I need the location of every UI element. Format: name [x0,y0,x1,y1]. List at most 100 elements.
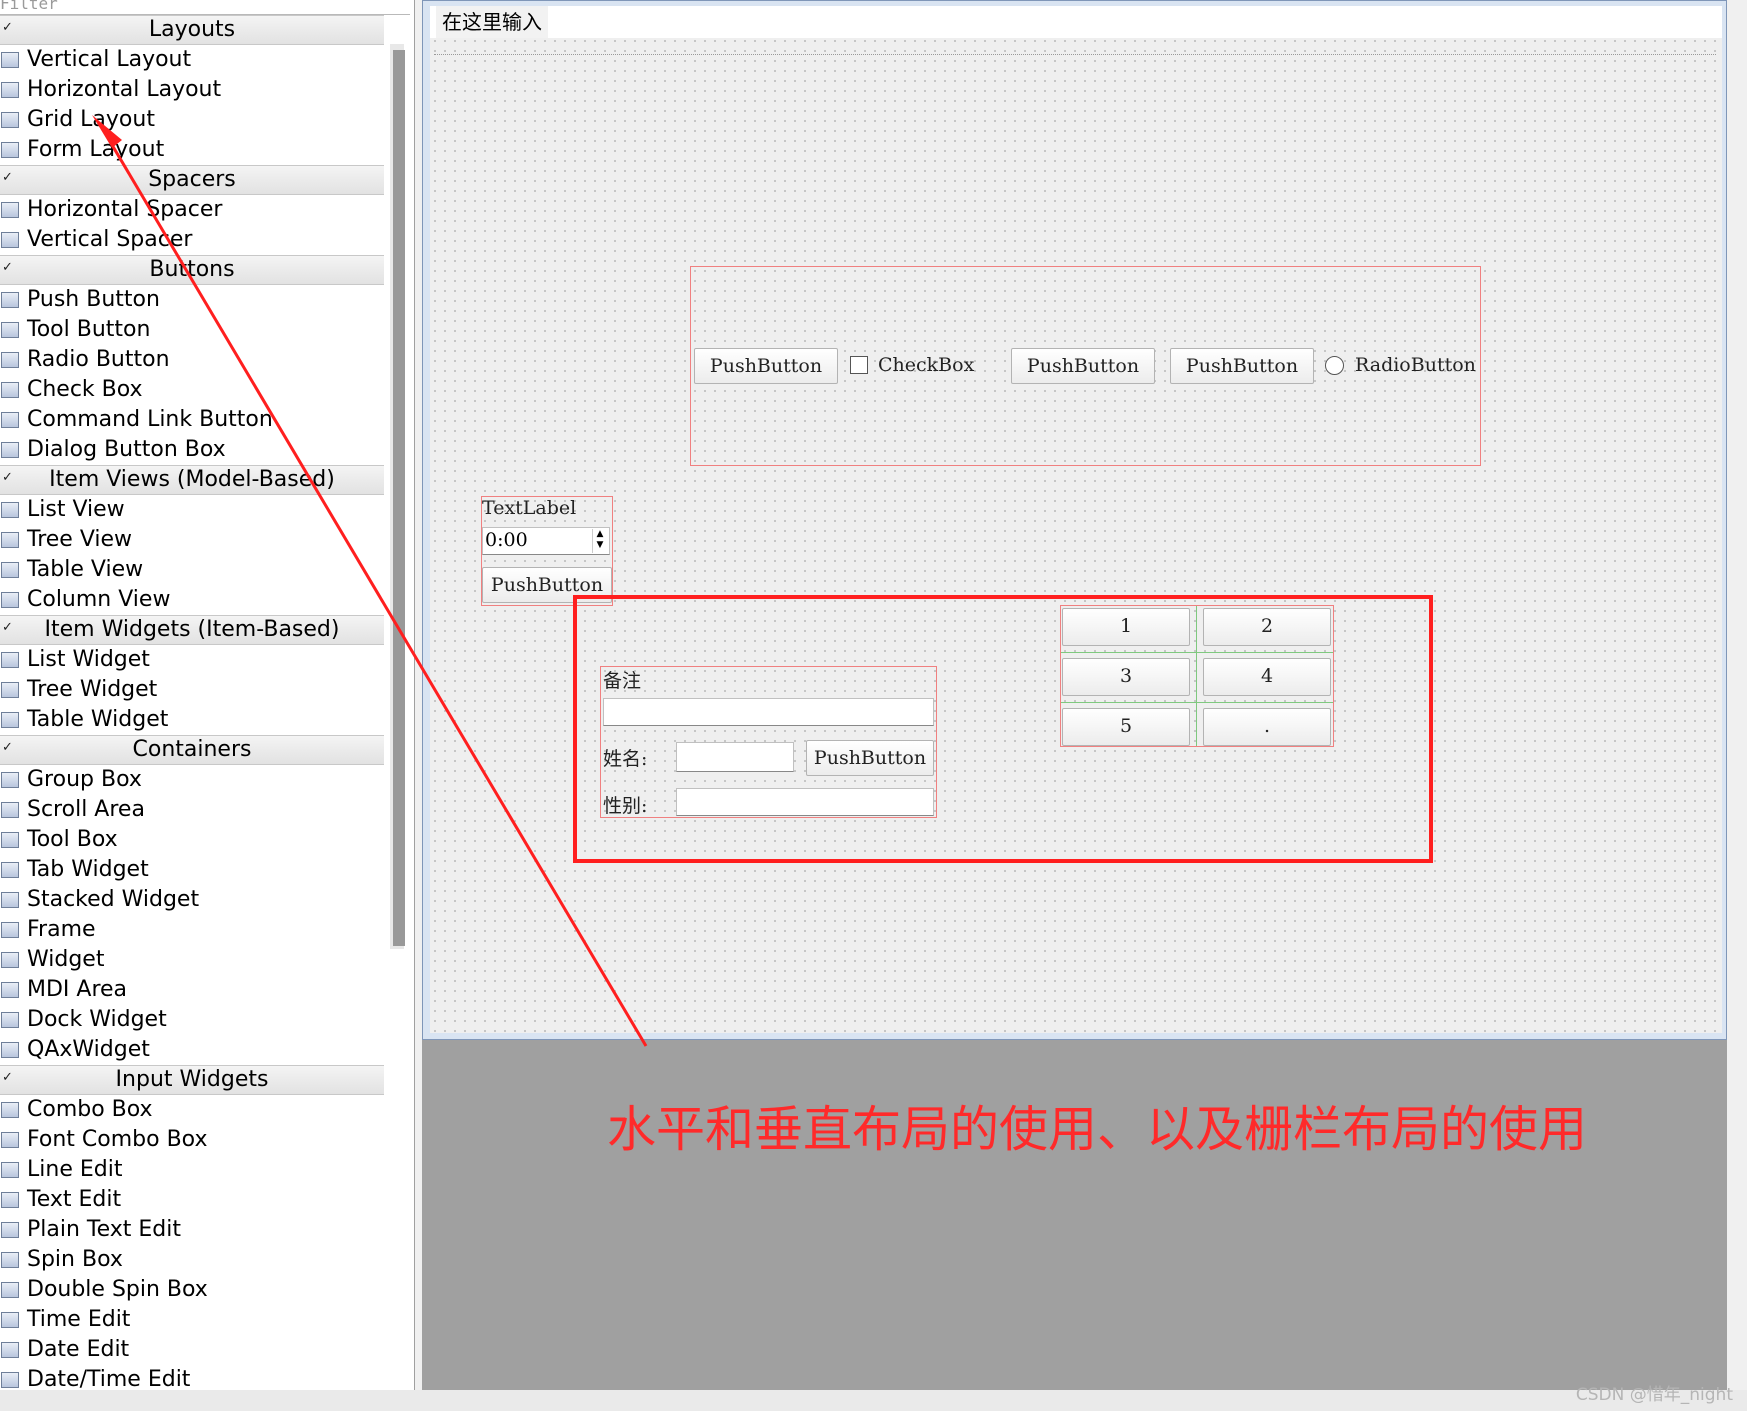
chevron-down-icon[interactable]: ✓ [2,1064,13,1092]
widget-list: ✓ Layouts Vertical Layout Horizontal Layout… [0,15,384,1390]
push-button-3[interactable]: PushButton [1170,348,1314,384]
widget-item[interactable]: Vertical Spacer [0,225,384,255]
chevron-down-icon[interactable]: ✓ [2,164,13,192]
widget-icon [1,382,19,398]
widget-item[interactable]: Scroll Area [0,795,384,825]
widget-item[interactable]: MDI Area [0,975,384,1005]
category-label: Item Widgets (Item-Based) [44,617,340,642]
widget-item[interactable]: Widget [0,945,384,975]
widget-item[interactable]: Tool Box [0,825,384,855]
category-6[interactable]: ✓ Input Widgets [0,1065,384,1095]
widget-item[interactable]: Dock Widget [0,1005,384,1035]
spin-arrows-icon[interactable]: ▲ ▼ [592,529,607,553]
widget-item[interactable]: Line Edit [0,1155,384,1185]
grid-button-5[interactable]: 5 [1062,708,1190,746]
widget-item[interactable]: QAxWidget [0,1035,384,1065]
grid-button-1[interactable]: 1 [1062,608,1190,646]
watermark: CSDN @惜年_night [1575,1385,1733,1405]
widget-item[interactable]: Table Widget [0,705,384,735]
widget-item[interactable]: Check Box [0,375,384,405]
widget-item[interactable]: Radio Button [0,345,384,375]
widget-item[interactable]: Tab Widget [0,855,384,885]
menubar-type-here[interactable]: 在这里输入 [436,6,548,38]
widget-item-label: Spin Box [27,1247,123,1272]
category-5[interactable]: ✓ Containers [0,735,384,765]
widget-item[interactable]: Column View [0,585,384,615]
form-canvas[interactable] [430,6,1722,1033]
grid-button-2[interactable]: 2 [1203,608,1331,646]
name-label: 姓名: [603,748,648,770]
widget-item-label: Frame [27,917,96,942]
widget-item-label: Push Button [27,287,160,312]
chevron-down-icon[interactable]: ✓ [2,14,13,42]
category-2[interactable]: ✓ Buttons [0,255,384,285]
widget-item[interactable]: Stacked Widget [0,885,384,915]
grid-button-dot[interactable]: . [1203,708,1331,746]
widget-item[interactable]: Plain Text Edit [0,1215,384,1245]
checkbox[interactable] [850,356,868,374]
widget-item[interactable]: Tree Widget [0,675,384,705]
filter-input[interactable]: Filter [0,0,410,15]
name-field[interactable] [676,742,794,772]
widget-item[interactable]: Horizontal Layout [0,75,384,105]
widget-item-label: List Widget [27,647,150,672]
widget-item-label: Font Combo Box [27,1127,208,1152]
widget-icon [1,52,19,68]
widget-item[interactable]: List View [0,495,384,525]
widget-icon [1,142,19,158]
widget-icon [1,1312,19,1328]
widget-item[interactable]: Date Edit [0,1335,384,1365]
widget-item[interactable]: Font Combo Box [0,1125,384,1155]
chevron-down-icon[interactable]: ✓ [2,614,13,642]
widget-item[interactable]: Push Button [0,285,384,315]
name-push-button[interactable]: PushButton [806,740,934,776]
grid-button-3[interactable]: 3 [1062,658,1190,696]
widget-item[interactable]: Text Edit [0,1185,384,1215]
widget-item[interactable]: Double Spin Box [0,1275,384,1305]
widget-item[interactable]: Command Link Button [0,405,384,435]
widget-icon [1,532,19,548]
push-button-1[interactable]: PushButton [694,348,838,384]
gender-field[interactable] [676,788,934,816]
menubar[interactable] [430,6,1722,38]
category-1[interactable]: ✓ Spacers [0,165,384,195]
widget-item[interactable]: Grid Layout [0,105,384,135]
widget-item-label: Table Widget [27,707,169,732]
widget-item[interactable]: Tree View [0,525,384,555]
widget-item[interactable]: Spin Box [0,1245,384,1275]
widget-item[interactable]: Table View [0,555,384,585]
widget-icon [1,1102,19,1118]
status-bar [0,1390,1747,1411]
widget-item-label: Tab Widget [27,857,149,882]
chevron-down-icon[interactable]: ✓ [2,254,13,282]
widget-item[interactable]: Frame [0,915,384,945]
time-edit[interactable]: 0:00 ▲ ▼ [482,527,610,555]
widget-item[interactable]: Group Box [0,765,384,795]
widget-item[interactable]: Horizontal Spacer [0,195,384,225]
widget-icon [1,1342,19,1358]
chevron-down-icon[interactable]: ✓ [2,734,13,762]
widget-item[interactable]: Time Edit [0,1305,384,1335]
widget-item[interactable]: Form Layout [0,135,384,165]
widget-icon [1,862,19,878]
widget-icon [1,772,19,788]
radio-button[interactable] [1325,356,1344,375]
widget-item[interactable]: Vertical Layout [0,45,384,75]
scrollbar-thumb[interactable] [393,50,405,946]
widget-item-label: Widget [27,947,105,972]
widget-icon [1,712,19,728]
grid-button-4[interactable]: 4 [1203,658,1331,696]
push-button-2[interactable]: PushButton [1011,348,1155,384]
widget-item[interactable]: Date/Time Edit [0,1365,384,1390]
widget-item[interactable]: Combo Box [0,1095,384,1125]
widget-item[interactable]: Tool Button [0,315,384,345]
note-field[interactable] [603,698,934,726]
widget-item-label: Time Edit [27,1307,131,1332]
widget-item[interactable]: Dialog Button Box [0,435,384,465]
category-3[interactable]: ✓ Item Views (Model-Based) [0,465,384,495]
checkbox-label: CheckBox [878,354,975,376]
category-4[interactable]: ✓ Item Widgets (Item-Based) [0,615,384,645]
chevron-down-icon[interactable]: ✓ [2,464,13,492]
category-0[interactable]: ✓ Layouts [0,15,384,45]
widget-item[interactable]: List Widget [0,645,384,675]
